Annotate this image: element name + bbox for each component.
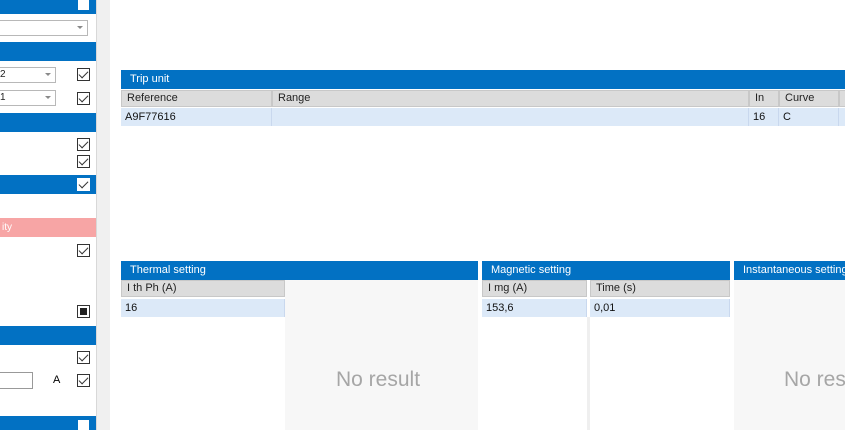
sidebar-top-checkbox[interactable] bbox=[77, 0, 90, 11]
chevron-down-icon bbox=[77, 26, 83, 29]
sidebar-splitter[interactable] bbox=[96, 0, 110, 430]
settings-sidebar: 2 1 ity A bbox=[0, 0, 96, 430]
sidebar-indeterminate-checkbox[interactable] bbox=[77, 305, 90, 318]
sidebar-bottom-checkbox[interactable] bbox=[77, 419, 90, 430]
sidebar-dropdown[interactable] bbox=[0, 20, 88, 36]
thermal-no-result: No result bbox=[336, 368, 421, 391]
col-curve[interactable]: Curve bbox=[779, 90, 839, 107]
instantaneous-empty-area bbox=[734, 280, 845, 430]
thermal-setting-header: Thermal setting bbox=[121, 261, 478, 280]
magnetic-time-value: 0,01 bbox=[594, 302, 616, 314]
sidebar-section-bar bbox=[0, 42, 96, 61]
sidebar-combo-2-checkbox[interactable] bbox=[77, 92, 90, 105]
instantaneous-no-result: No res bbox=[784, 368, 845, 391]
col-in-label: In bbox=[755, 92, 765, 104]
trip-unit-header: Trip unit bbox=[121, 70, 845, 89]
trip-unit-reference-cell[interactable]: A9F77616 bbox=[121, 108, 272, 126]
trip-unit-range-cell[interactable] bbox=[272, 108, 749, 126]
magnetic-column-divider bbox=[587, 317, 590, 430]
trip-unit-curve: C bbox=[783, 111, 791, 123]
sidebar-section-checkbox[interactable] bbox=[77, 178, 90, 191]
sidebar-current-checkbox[interactable] bbox=[77, 374, 90, 387]
chevron-down-icon bbox=[45, 96, 51, 99]
thermal-ith-cell[interactable]: 16 bbox=[121, 299, 285, 317]
trip-unit-in: 16 bbox=[753, 111, 766, 123]
sidebar-combo-1-value: 2 bbox=[0, 69, 6, 80]
col-img[interactable]: I mg (A) bbox=[482, 280, 587, 297]
magnetic-setting-header: Magnetic setting bbox=[482, 261, 730, 280]
sidebar-current-input[interactable] bbox=[0, 372, 33, 389]
sidebar-warning-row: ity bbox=[0, 218, 96, 237]
col-time-label: Time (s) bbox=[596, 282, 636, 294]
trip-unit-title: Trip unit bbox=[130, 73, 170, 85]
col-reference-label: Reference bbox=[127, 92, 178, 104]
col-ith-ph-label: I th Ph (A) bbox=[127, 282, 177, 294]
sidebar-warning-text: ity bbox=[2, 222, 12, 233]
sidebar-option-checkbox[interactable] bbox=[77, 155, 90, 168]
instantaneous-setting-header: Instantaneous setting bbox=[734, 261, 845, 280]
trip-unit-in-cell[interactable]: 16 bbox=[749, 108, 779, 126]
col-range-label: Range bbox=[278, 92, 311, 104]
chevron-down-icon bbox=[45, 73, 51, 76]
thermal-setting-title: Thermal setting bbox=[130, 264, 206, 276]
thermal-ith-value: 16 bbox=[125, 302, 138, 314]
sidebar-combo-1-checkbox[interactable] bbox=[77, 68, 90, 81]
col-in[interactable]: In bbox=[749, 90, 779, 107]
col-time[interactable]: Time (s) bbox=[590, 280, 730, 297]
col-more[interactable] bbox=[839, 90, 845, 107]
trip-unit-curve-cell[interactable]: C bbox=[779, 108, 839, 126]
col-ith-ph[interactable]: I th Ph (A) bbox=[121, 280, 285, 297]
magnetic-setting-title: Magnetic setting bbox=[491, 264, 572, 276]
thermal-empty-area bbox=[285, 280, 478, 430]
sidebar-section-bar bbox=[0, 113, 96, 132]
sidebar-option-checkbox[interactable] bbox=[77, 244, 90, 257]
sidebar-option-checkbox[interactable] bbox=[77, 138, 90, 151]
magnetic-img-cell[interactable]: 153,6 bbox=[482, 299, 587, 317]
col-range[interactable]: Range bbox=[272, 90, 749, 107]
sidebar-combo-2[interactable]: 1 bbox=[0, 90, 56, 106]
trip-unit-more-cell[interactable] bbox=[839, 108, 845, 126]
sidebar-unit-label: A bbox=[53, 374, 61, 386]
col-img-label: I mg (A) bbox=[488, 282, 528, 294]
sidebar-combo-1[interactable]: 2 bbox=[0, 67, 56, 83]
col-curve-label: Curve bbox=[785, 92, 815, 104]
magnetic-img-value: 153,6 bbox=[486, 302, 514, 314]
col-reference[interactable]: Reference bbox=[121, 90, 272, 107]
sidebar-option-checkbox[interactable] bbox=[77, 351, 90, 364]
magnetic-time-cell[interactable]: 0,01 bbox=[590, 299, 730, 317]
sidebar-combo-2-value: 1 bbox=[0, 92, 6, 103]
trip-unit-reference: A9F77616 bbox=[125, 111, 176, 123]
instantaneous-setting-title: Instantaneous setting bbox=[743, 264, 845, 276]
sidebar-section-bar bbox=[0, 326, 96, 345]
